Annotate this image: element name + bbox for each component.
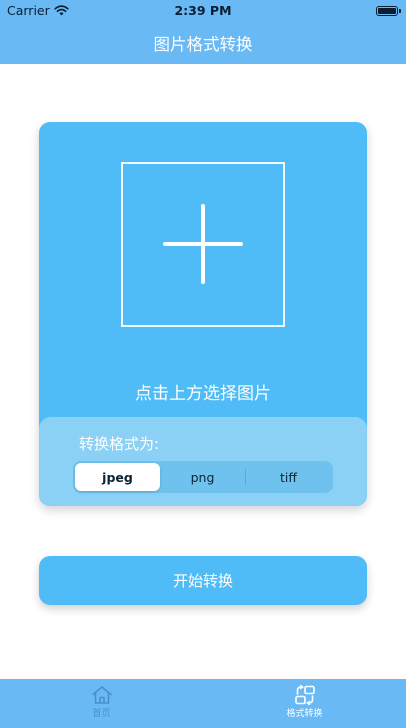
format-option-jpeg[interactable]: jpeg [75, 463, 160, 491]
page-title: 图片格式转换 [153, 35, 253, 54]
plus-icon [163, 204, 243, 284]
tab-convert-label: 格式转换 [286, 709, 323, 719]
tab-bar: 首页 格式转换 [0, 679, 406, 728]
battery-icon [376, 6, 401, 16]
format-segmented-control: jpeg png tiff [73, 461, 333, 493]
select-image-hint: 点击上方选择图片 [135, 384, 271, 404]
format-option-tiff[interactable]: tiff [246, 463, 331, 491]
tab-home-label: 首页 [92, 709, 111, 719]
format-panel: 转换格式为: jpeg png tiff [39, 417, 367, 506]
start-convert-button[interactable]: 开始转换 [39, 556, 367, 605]
status-time: 2:39 PM [174, 3, 232, 18]
format-label: 转换格式为: [79, 435, 160, 453]
status-bar: Carrier 2:39 PM [0, 0, 406, 22]
select-image-button[interactable] [121, 162, 285, 327]
format-option-png[interactable]: png [160, 463, 245, 491]
image-picker-card: 点击上方选择图片 转换格式为: jpeg png tiff [39, 122, 367, 506]
tab-home[interactable]: 首页 [0, 679, 203, 728]
tab-convert[interactable]: 格式转换 [203, 679, 406, 728]
home-icon [91, 686, 112, 704]
top-header-area: Carrier 2:39 PM 图片格式转换 [0, 0, 406, 64]
convert-icon [294, 685, 315, 705]
